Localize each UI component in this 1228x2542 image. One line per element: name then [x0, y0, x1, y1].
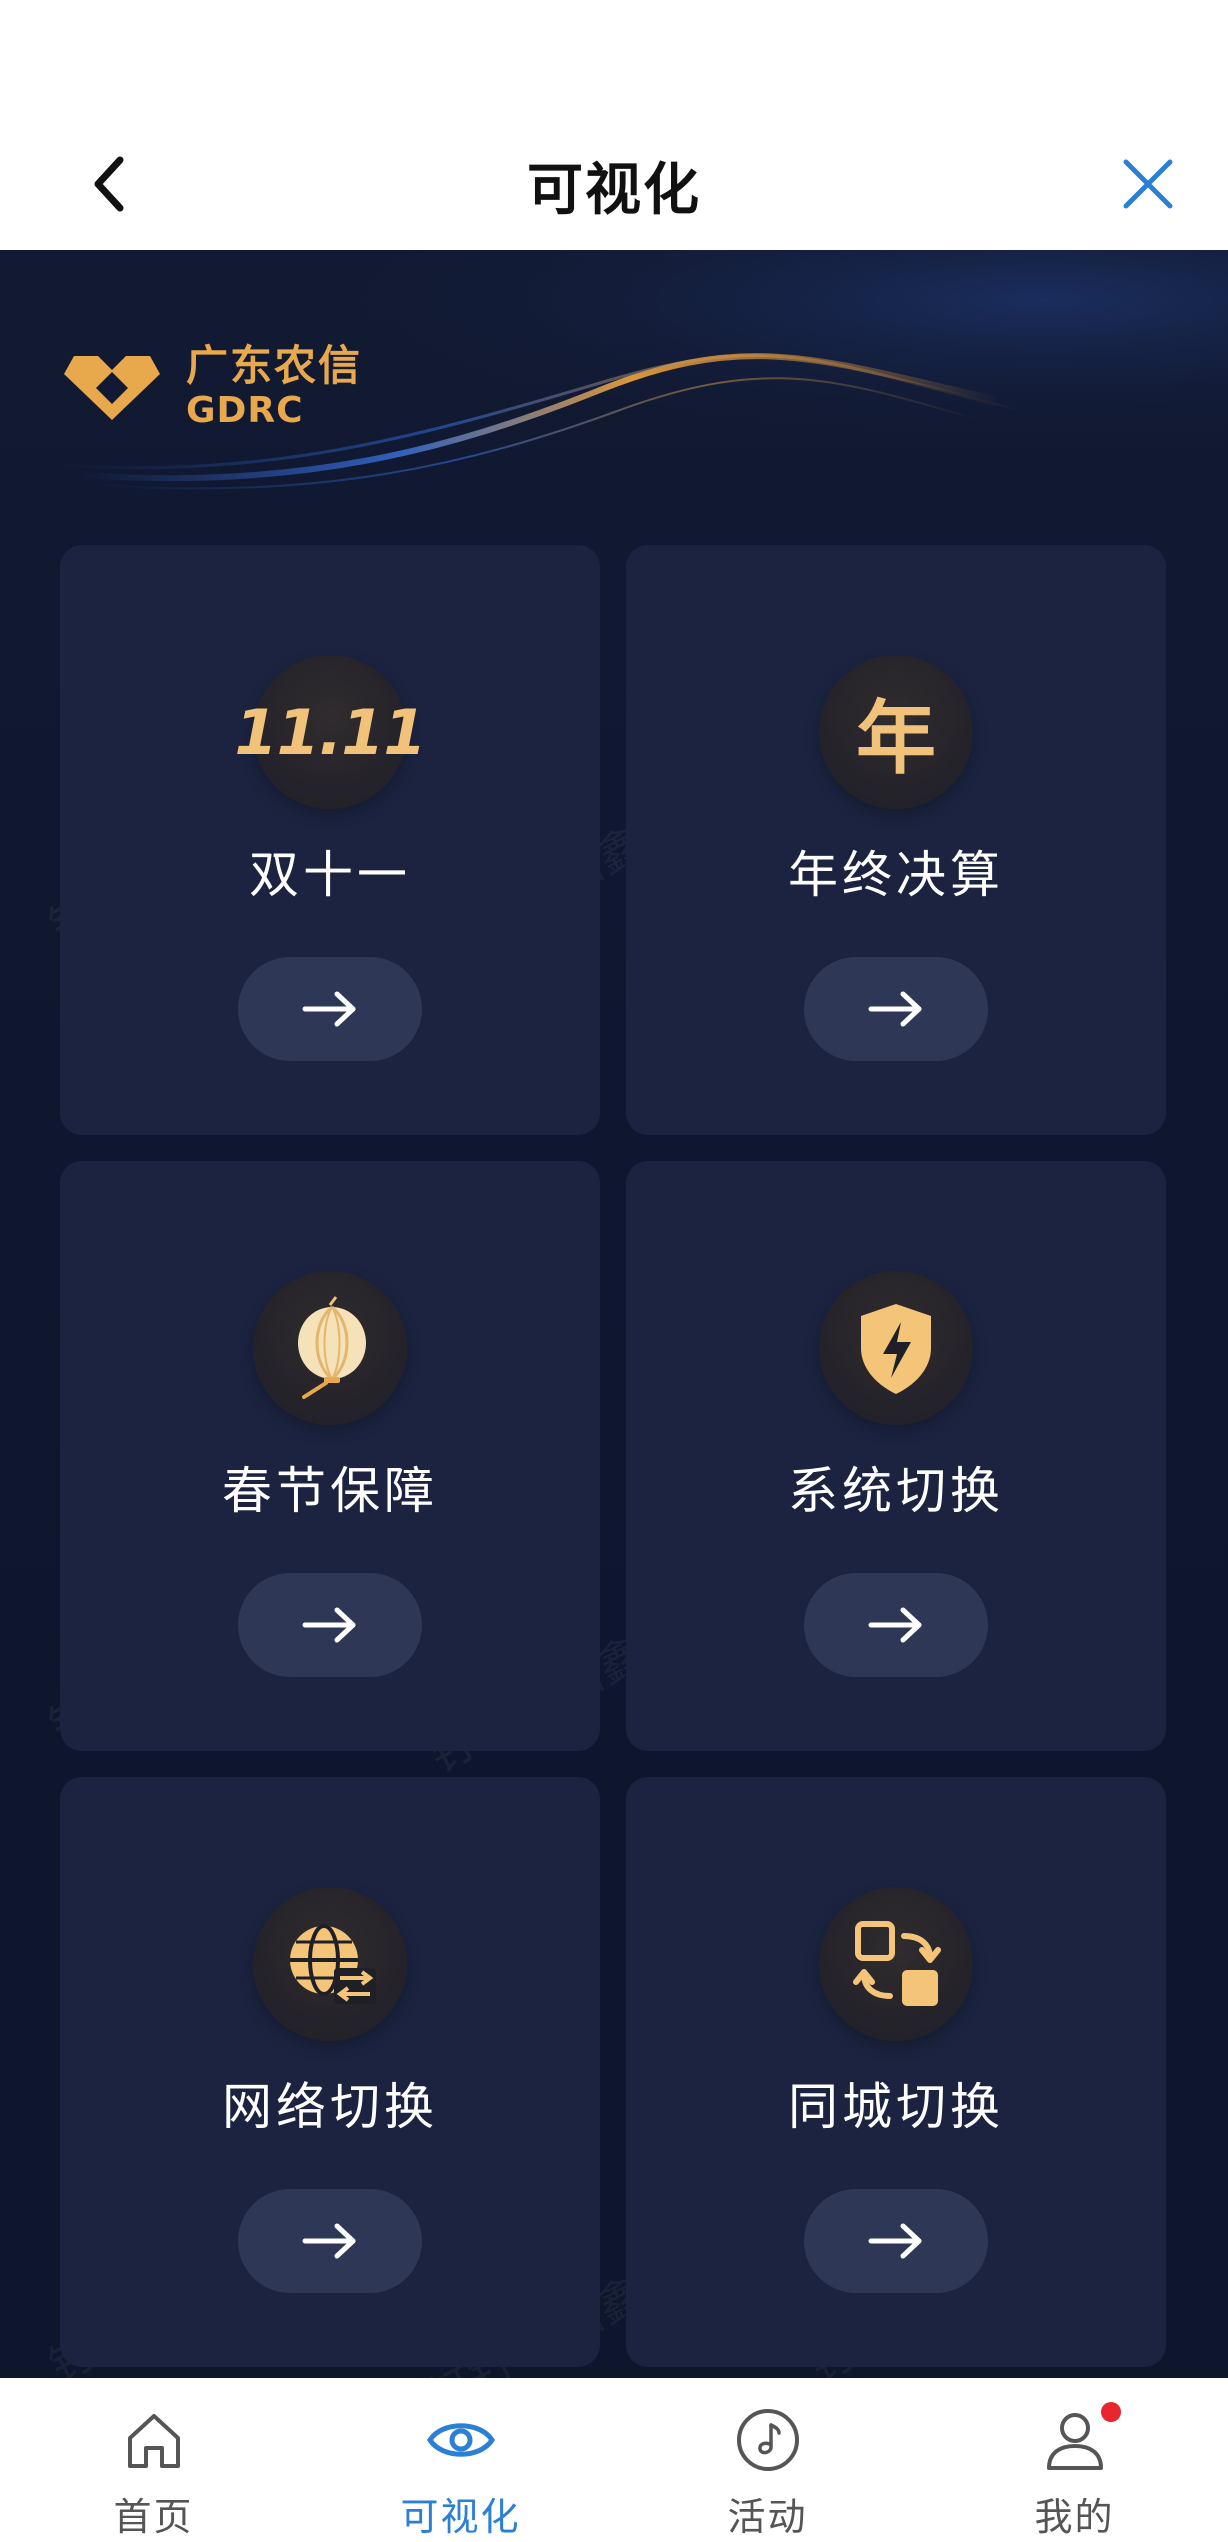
card-network-switch[interactable]: 网络切换: [60, 1777, 600, 2367]
arrow-right-icon: [868, 1607, 922, 1643]
tab-home[interactable]: 首页: [0, 2378, 307, 2542]
notification-badge: [1100, 2402, 1121, 2422]
card-same-city-switch[interactable]: 同城切换: [626, 1777, 1166, 2367]
card-year-end-settlement[interactable]: 年 年终决算: [626, 545, 1166, 1135]
nav-bar: 可视化: [0, 120, 1228, 250]
globe-exchange-icon: [253, 1887, 407, 2041]
go-button[interactable]: [804, 957, 988, 1061]
brand-name-en: GDRC: [186, 390, 304, 431]
go-button[interactable]: [238, 957, 422, 1061]
close-button[interactable]: [1108, 144, 1188, 224]
card-spring-festival[interactable]: 春节保障: [60, 1161, 600, 1751]
card-system-switch[interactable]: 系统切换: [626, 1161, 1166, 1751]
tab-mine[interactable]: 我的: [921, 2378, 1228, 2542]
home-icon: [118, 2404, 190, 2476]
close-icon: [1123, 159, 1173, 209]
lightning-shield-icon: [819, 1271, 973, 1425]
arrow-right-icon: [868, 991, 922, 1027]
icon-label: 11.11: [234, 695, 426, 769]
tab-label: 我的: [1034, 2495, 1115, 2539]
chevron-left-icon: [94, 156, 124, 212]
gdrc-logo-icon: [64, 356, 160, 420]
year-icon: 年: [819, 655, 973, 809]
tab-label: 活动: [727, 2495, 808, 2539]
card-double-eleven[interactable]: 11.11 双十一: [60, 545, 600, 1135]
arrow-right-icon: [302, 2223, 356, 2259]
tab-label: 可视化: [400, 2495, 521, 2539]
status-bar: [0, 0, 1228, 120]
page-title: 可视化: [527, 157, 701, 223]
icon-label: 年: [856, 692, 936, 785]
brand-name-cn: 广东农信: [186, 341, 363, 390]
card-title: 系统切换: [788, 1462, 1004, 1520]
music-note-circle-icon: [732, 2404, 804, 2476]
tab-activity[interactable]: 活动: [614, 2378, 921, 2542]
eye-icon: [425, 2404, 497, 2476]
arrow-right-icon: [302, 1607, 356, 1643]
main-content: 广东农信 GDRC 钉钉 姚培鑫 2669 钉钉 姚培鑫 2669 钉钉 姚培鑫…: [0, 250, 1228, 2378]
go-button[interactable]: [238, 1573, 422, 1677]
back-button[interactable]: [70, 144, 150, 224]
card-title: 同城切换: [788, 2078, 1004, 2136]
card-title: 春节保障: [222, 1462, 438, 1520]
go-button[interactable]: [804, 1573, 988, 1677]
lantern-icon: [253, 1271, 407, 1425]
feature-grid: 11.11 双十一 年 年终决算 春节保障 系统切换 网络切换 同城切换: [60, 545, 1170, 2367]
card-title: 双十一: [249, 846, 411, 904]
arrow-right-icon: [868, 2223, 922, 2259]
11-11-icon: 11.11: [234, 655, 427, 809]
tab-label: 首页: [113, 2495, 194, 2539]
bottom-tab-bar: 首页 可视化 活动 我的: [0, 2378, 1228, 2542]
brand-logo: 广东农信 GDRC: [60, 342, 362, 432]
user-icon: [1039, 2404, 1111, 2476]
go-button[interactable]: [804, 2189, 988, 2293]
go-button[interactable]: [238, 2189, 422, 2293]
arrow-right-icon: [302, 991, 356, 1027]
swap-squares-icon: [819, 1887, 973, 2041]
card-title: 年终决算: [788, 846, 1004, 904]
card-title: 网络切换: [222, 2078, 438, 2136]
banner: 广东农信 GDRC: [0, 250, 1228, 500]
tab-visualization[interactable]: 可视化: [307, 2378, 614, 2542]
